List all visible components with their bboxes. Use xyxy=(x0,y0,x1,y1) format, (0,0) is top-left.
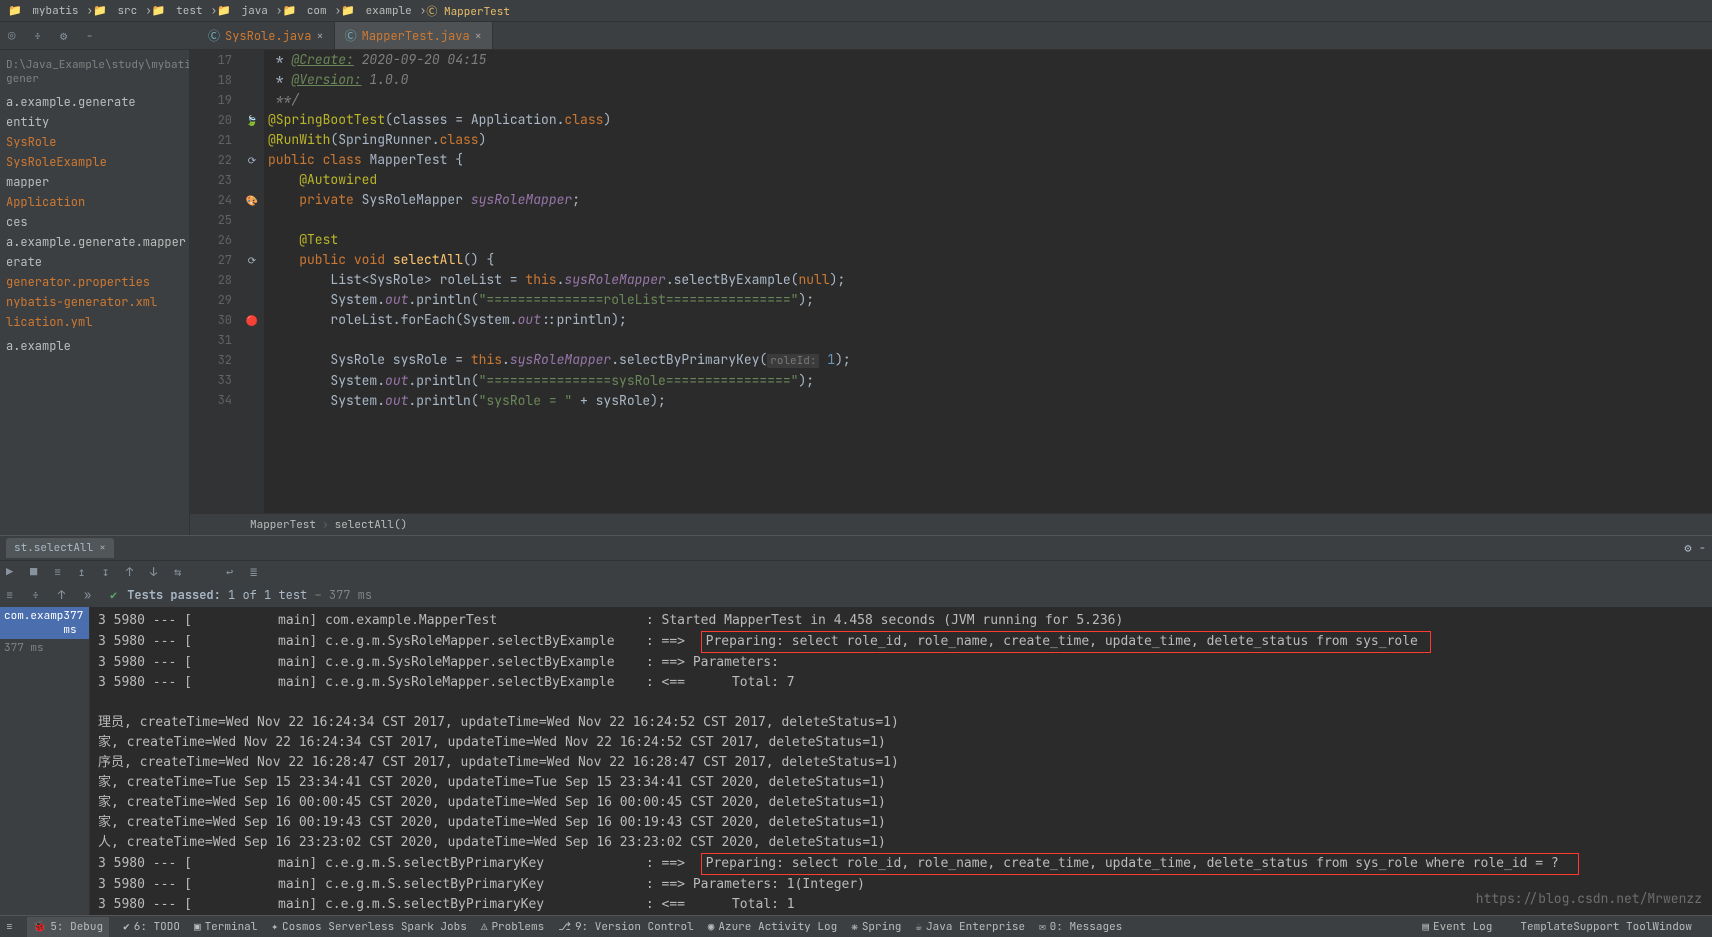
status-terminal[interactable]: ▣ Terminal xyxy=(194,920,257,934)
tab-sysrole[interactable]: Ⓒ SysRole.java × xyxy=(198,22,335,49)
status-debug[interactable]: 🐞 5: Debug xyxy=(27,917,110,937)
down-icon[interactable]: ↓ xyxy=(150,564,166,580)
rerun-icon[interactable]: ▶ xyxy=(6,564,22,580)
status-problems[interactable]: ⚠ Problems xyxy=(481,920,544,934)
wrap-icon[interactable]: ↩ xyxy=(226,564,242,580)
layout-icon[interactable]: ≡ xyxy=(54,564,70,580)
expand-icon[interactable]: ≡ xyxy=(6,587,22,603)
code-body[interactable]: * @Create: 2020-09-20 04:15 * @Version: … xyxy=(264,50,1712,513)
close-icon[interactable]: × xyxy=(316,28,323,44)
tree-item[interactable]: SysRole xyxy=(0,132,189,152)
filter-icon[interactable]: ⇆ xyxy=(174,564,190,580)
target-icon[interactable]: ◎ xyxy=(8,28,24,44)
status-eventlog[interactable]: ▤ Event Log xyxy=(1422,920,1492,934)
test-status-label: Tests passed: 1 of 1 test – 377 ms xyxy=(127,587,372,603)
sort-icon[interactable]: ÷ xyxy=(34,28,50,44)
debug-tab[interactable]: st.selectAll× xyxy=(6,538,114,558)
status-cosmos[interactable]: ✦ Cosmos Serverless Spark Jobs xyxy=(271,920,466,934)
bc-item[interactable]: 📁 java xyxy=(217,4,272,18)
navigation-breadcrumb: 📁 mybatis › 📁 src › 📁 test › 📁 java › 📁 … xyxy=(0,0,1712,22)
bc-item[interactable]: 📁 example xyxy=(341,4,416,18)
tree-item[interactable]: nybatis-generator.xml xyxy=(0,292,189,312)
up-icon[interactable]: ↑ xyxy=(126,564,142,580)
class-icon: Ⓒ xyxy=(345,27,357,44)
debug-panel: st.selectAll× ⚙ − ▶ ■ ≡ ↥ ↧ ↑ ↓ ⇆ ↩ ≣ ≡ … xyxy=(0,535,1712,915)
test-tree-subtime: 377 ms xyxy=(0,639,89,657)
export-icon[interactable]: ↥ xyxy=(78,564,94,580)
bc-item-class[interactable]: Ⓒ MapperTest xyxy=(426,3,514,19)
gutter-icons: 🍃⟳🎨⟳🔴 xyxy=(240,50,264,513)
bc-item[interactable]: 📁 mybatis xyxy=(8,4,83,18)
status-item[interactable]: ≡ xyxy=(6,920,13,934)
editor-breadcrumb: MapperTest › selectAll() xyxy=(190,513,1712,535)
tree-item[interactable]: SysRoleExample xyxy=(0,152,189,172)
close-icon[interactable]: × xyxy=(475,28,482,44)
status-vcs[interactable]: ⎇ 9: Version Control xyxy=(558,920,694,934)
bc-item[interactable]: 📁 com xyxy=(283,4,331,18)
project-sidebar[interactable]: D:\Java_Example\study\mybatis-gener a.ex… xyxy=(0,50,190,535)
toolbar-row: ◎ ÷ ⚙ − Ⓒ SysRole.java × Ⓒ MapperTest.ja… xyxy=(0,22,1712,50)
collapse-icon[interactable]: − xyxy=(86,28,102,44)
status-java[interactable]: ☕ Java Enterprise xyxy=(915,920,1025,934)
gear-icon[interactable]: ⚙ xyxy=(60,28,76,44)
editor-area: 171819202122232425262728293031323334 🍃⟳🎨… xyxy=(190,50,1712,535)
status-todo[interactable]: ✔ 6: TODO xyxy=(123,920,180,934)
status-messages[interactable]: ✉ 0: Messages xyxy=(1039,920,1122,934)
bc-method[interactable]: selectAll() xyxy=(335,518,408,532)
test-tree[interactable]: com.examp377 ms 377 ms xyxy=(0,607,90,915)
tree-item[interactable]: a.example.generate xyxy=(0,92,189,112)
status-spring[interactable]: ❋ Spring xyxy=(851,920,901,934)
close-icon[interactable]: × xyxy=(99,541,106,555)
status-bar: ≡ 🐞 5: Debug ✔ 6: TODO ▣ Terminal ✦ Cosm… xyxy=(0,915,1712,937)
scroll-icon[interactable]: ≣ xyxy=(250,564,266,580)
tree-item[interactable]: erate xyxy=(0,252,189,272)
tree-item[interactable]: a.example.generate.mapper xyxy=(0,232,189,252)
status-template[interactable]: TemplateSupport ToolWindow xyxy=(1520,920,1692,934)
test-status-bar: ≡ ÷ ↑ » ✔ Tests passed: 1 of 1 test – 37… xyxy=(0,583,1712,607)
console-output[interactable]: 3 5980 --- [ main] com.example.MapperTes… xyxy=(90,607,1712,915)
tree-item[interactable]: generator.properties xyxy=(0,272,189,292)
test-tree-item[interactable]: com.examp377 ms xyxy=(0,607,89,639)
filter-icon[interactable]: ÷ xyxy=(32,587,48,603)
check-icon: ✔ xyxy=(110,587,117,603)
tree-item[interactable]: mapper xyxy=(0,172,189,192)
gear-icon[interactable]: ⚙ − xyxy=(1684,540,1706,556)
arrow-icon[interactable]: ↑ xyxy=(58,587,74,603)
project-path: D:\Java_Example\study\mybatis-gener xyxy=(0,58,189,92)
tree-item[interactable]: lication.yml xyxy=(0,312,189,332)
class-icon: Ⓒ xyxy=(208,27,220,44)
editor-tabs: Ⓒ SysRole.java × Ⓒ MapperTest.java × xyxy=(198,22,493,49)
tab-mappertest[interactable]: Ⓒ MapperTest.java × xyxy=(335,22,493,49)
bc-item[interactable]: 📁 src xyxy=(93,4,141,18)
tree-item[interactable]: Application xyxy=(0,192,189,212)
more-icon[interactable]: » xyxy=(84,587,100,603)
line-gutter: 171819202122232425262728293031323334 xyxy=(190,50,240,513)
tree-item[interactable]: ces xyxy=(0,212,189,232)
debug-toolbar: ▶ ■ ≡ ↥ ↧ ↑ ↓ ⇆ ↩ ≣ xyxy=(0,560,1712,584)
bc-item[interactable]: 📁 test xyxy=(152,4,207,18)
import-icon[interactable]: ↧ xyxy=(102,564,118,580)
code-editor[interactable]: 171819202122232425262728293031323334 🍃⟳🎨… xyxy=(190,50,1712,513)
status-azure[interactable]: ◉ Azure Activity Log xyxy=(708,920,837,934)
tree-item[interactable]: entity xyxy=(0,112,189,132)
tree-item[interactable]: a.example xyxy=(0,336,189,356)
bc-class[interactable]: MapperTest xyxy=(250,518,316,532)
stop-icon[interactable]: ■ xyxy=(30,564,46,580)
